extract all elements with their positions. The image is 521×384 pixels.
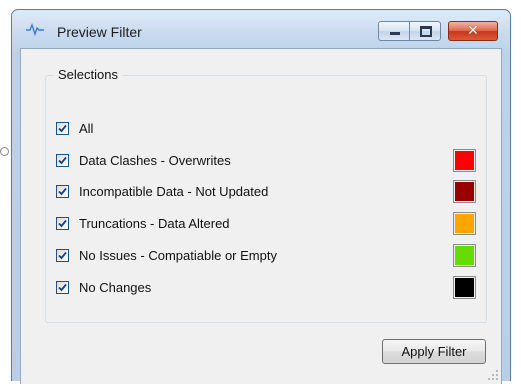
dialog-body: Selections All Data Clashes - Overwrites <box>20 48 502 384</box>
data-clashes-checkbox[interactable] <box>56 154 69 167</box>
maximize-icon <box>420 26 432 37</box>
all-checkbox[interactable] <box>56 122 69 135</box>
resize-handle[interactable] <box>0 147 9 156</box>
no-changes-label: No Changes <box>79 280 152 295</box>
maximize-button[interactable] <box>409 21 441 41</box>
title-bar[interactable]: Preview Filter ✕ <box>12 10 510 50</box>
close-icon: ✕ <box>467 23 479 39</box>
filter-row-data-clashes[interactable]: Data Clashes - Overwrites <box>56 149 476 172</box>
filter-row-no-changes[interactable]: No Changes <box>56 276 476 299</box>
filter-row-no-issues[interactable]: No Issues - Compatiable or Empty <box>56 244 476 267</box>
all-label: All <box>79 121 94 136</box>
checkmark-icon <box>58 219 67 228</box>
resize-grip-icon[interactable] <box>487 369 499 381</box>
no-issues-color-swatch[interactable] <box>453 244 476 267</box>
checkmark-icon <box>58 187 67 196</box>
data-clashes-label: Data Clashes - Overwrites <box>79 153 231 168</box>
checkmark-icon <box>58 283 67 292</box>
incompatible-data-label: Incompatible Data - Not Updated <box>79 184 269 199</box>
no-changes-checkbox[interactable] <box>56 281 69 294</box>
checkmark-icon <box>58 124 67 133</box>
preview-filter-app-icon <box>26 22 44 36</box>
filter-row-truncations[interactable]: Truncations - Data Altered <box>56 212 476 235</box>
filter-row-all[interactable]: All <box>56 119 476 139</box>
selections-group-title: Selections <box>54 67 122 82</box>
no-changes-color-swatch[interactable] <box>453 276 476 299</box>
checkmark-icon <box>58 156 67 165</box>
apply-filter-button[interactable]: Apply Filter <box>382 339 486 364</box>
incompatible-data-checkbox[interactable] <box>56 185 69 198</box>
minimize-icon <box>390 32 400 35</box>
filter-row-incompatible-data[interactable]: Incompatible Data - Not Updated <box>56 180 476 203</box>
checkmark-icon <box>58 251 67 260</box>
selections-groupbox: Selections All Data Clashes - Overwrites <box>45 67 487 323</box>
no-issues-label: No Issues - Compatiable or Empty <box>79 248 277 263</box>
truncations-color-swatch[interactable] <box>453 212 476 235</box>
close-button[interactable]: ✕ <box>448 21 498 41</box>
no-issues-checkbox[interactable] <box>56 249 69 262</box>
minimize-button[interactable] <box>378 21 410 41</box>
preview-filter-window: Preview Filter ✕ Selections All Data Cla… <box>11 9 511 384</box>
data-clashes-color-swatch[interactable] <box>453 149 476 172</box>
incompatible-data-color-swatch[interactable] <box>453 180 476 203</box>
truncations-label: Truncations - Data Altered <box>79 216 230 231</box>
window-title: Preview Filter <box>57 24 142 40</box>
truncations-checkbox[interactable] <box>56 217 69 230</box>
